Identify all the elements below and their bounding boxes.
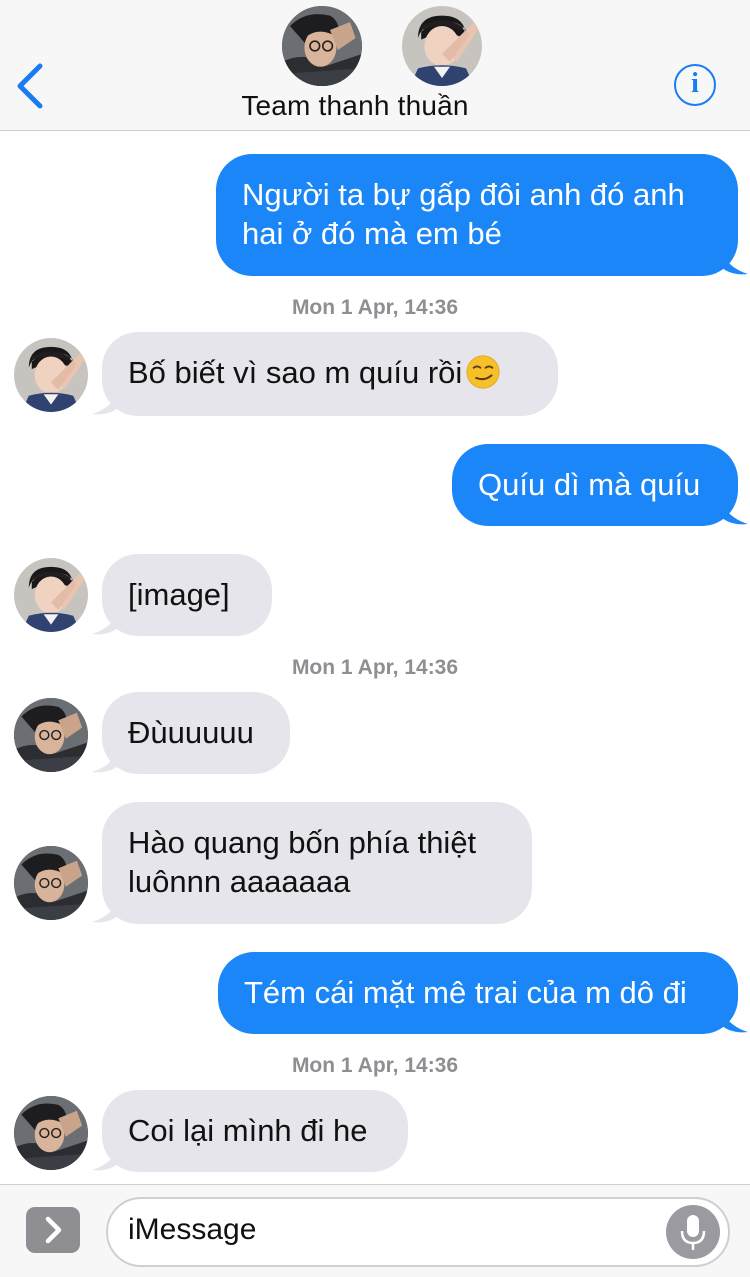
message-text-line: Người ta bự gấp đôi anh đó anh xyxy=(242,177,685,212)
bubble-tail xyxy=(92,898,120,923)
message-text-line: Hào quang bốn phía thiệt xyxy=(128,825,477,860)
avatar-contact-b[interactable] xyxy=(14,558,88,632)
message-text: [image] xyxy=(128,577,230,612)
message-text-line: hai ở đó mà em bé xyxy=(242,216,502,251)
timestamp: Mon 1 Apr, 14:36 xyxy=(291,656,459,679)
bubble-tail xyxy=(92,1146,120,1171)
message-bubble-outgoing[interactable]: Quíu dì mà quíu xyxy=(452,444,738,526)
message-text: Bố biết vì sao m quíu rồi xyxy=(128,355,463,390)
bubble-tail xyxy=(92,748,120,773)
message-bubble-incoming[interactable]: [image] xyxy=(102,554,272,636)
compose-bar: iMessage xyxy=(0,1184,750,1277)
avatar-contact-b[interactable] xyxy=(14,338,88,412)
message-bubble-incoming[interactable]: Coi lại mình đi he xyxy=(102,1090,408,1172)
dictation-button[interactable] xyxy=(666,1205,720,1259)
timestamp: Mon 1 Apr, 14:36 xyxy=(291,296,459,319)
message-input[interactable]: iMessage xyxy=(106,1197,730,1267)
info-button[interactable]: i xyxy=(674,64,716,106)
message-bubble-incoming[interactable]: Bố biết vì sao m quíu rồi xyxy=(102,332,558,416)
bubble-tail xyxy=(720,1008,748,1033)
avatar-contact-a[interactable] xyxy=(14,698,88,772)
chevron-right-icon xyxy=(45,1216,62,1244)
avatar-contact-a[interactable] xyxy=(14,1096,88,1170)
avatar-contact-a[interactable] xyxy=(14,846,88,920)
message-bubble-outgoing[interactable]: Người ta bự gấp đôi anh đó anh hai ở đó … xyxy=(216,154,738,276)
message-text: Tém cái mặt mê trai của m dô đi xyxy=(244,975,687,1010)
apps-button[interactable] xyxy=(26,1207,80,1253)
bubble-tail xyxy=(720,500,748,525)
timestamp: Mon 1 Apr, 14:36 xyxy=(291,1054,459,1077)
message-bubble-incoming[interactable]: Đùuuuuu xyxy=(102,692,290,774)
bubble-tail xyxy=(720,250,748,275)
smirk-emoji-icon xyxy=(466,355,500,389)
message-input-placeholder: iMessage xyxy=(128,1213,257,1246)
message-text: Quíu dì mà quíu xyxy=(478,467,701,502)
bubble-tail xyxy=(92,610,120,635)
conversation-header: Team thanh thuần i xyxy=(0,0,750,131)
message-text: Đùuuuuu xyxy=(128,715,254,750)
bubble-tail xyxy=(92,390,120,415)
message-bubble-incoming[interactable]: Hào quang bốn phía thiệt luônnn aaaaaaa xyxy=(102,802,532,924)
message-text-line: luônnn aaaaaaa xyxy=(128,864,351,899)
info-icon: i xyxy=(691,68,699,99)
group-avatar-contact-a[interactable] xyxy=(282,6,362,86)
message-bubble-outgoing[interactable]: Tém cái mặt mê trai của m dô đi xyxy=(218,952,738,1034)
microphone-icon xyxy=(680,1215,706,1250)
group-avatar-contact-b[interactable] xyxy=(402,6,482,86)
message-text: Coi lại mình đi he xyxy=(128,1113,368,1148)
conversation-title[interactable]: Team thanh thuần xyxy=(0,90,710,122)
